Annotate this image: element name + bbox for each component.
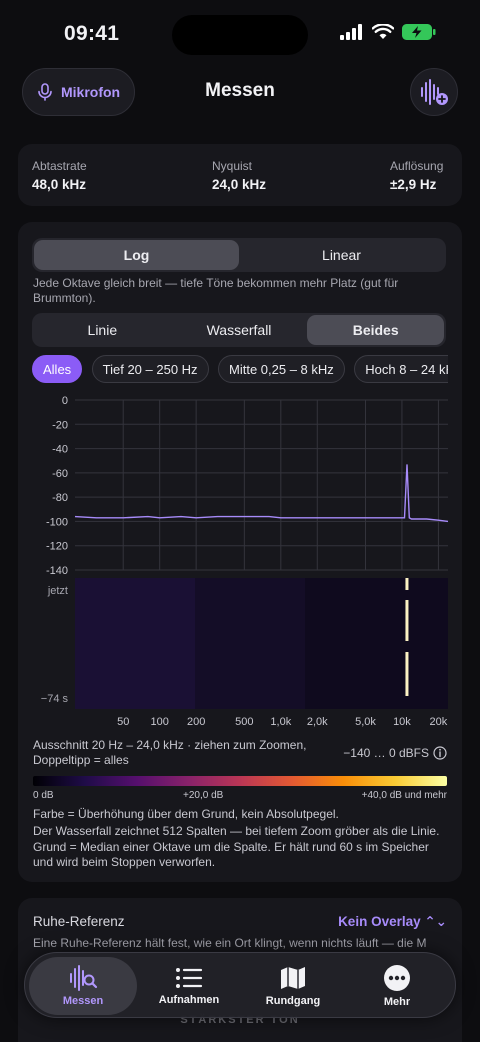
stat-value: 24,0 kHz — [212, 177, 267, 192]
y-tick-label: 0 — [62, 395, 68, 407]
scale-hint: Jede Oktave gleich breit — tiefe Töne be… — [33, 276, 399, 305]
view-toggle: Linie Wasserfall Beides — [32, 313, 446, 347]
scale-toggle: Log Linear — [32, 238, 446, 272]
x-tick-label: 10k — [393, 716, 411, 728]
stat-label: Nyquist — [212, 159, 253, 173]
more-icon — [384, 965, 410, 991]
plot-grid — [75, 399, 448, 571]
colorbar-label-mid: +20,0 dB — [183, 790, 224, 801]
x-tick-label: 200 — [187, 716, 205, 728]
chevron-updown-icon: ⌃⌄ — [424, 914, 447, 929]
band-chips: Alles Tief 20 – 250 Hz Mitte 0,25 – 8 kH… — [32, 355, 448, 385]
ruhe-title: Ruhe-Referenz — [33, 914, 125, 929]
y-tick-label: -40 — [52, 444, 68, 456]
spectrum-plot[interactable]: 0 -20 -40 -60 -80 -100 -120 -140 jetzt −74 s 50… — [18, 390, 462, 730]
add-measurement-button[interactable] — [410, 68, 458, 116]
waveform-search-icon — [70, 965, 98, 991]
color-note: Farbe = Überhöhung über dem Grund, kein … — [33, 807, 339, 821]
dbfs-range-text: −140 … 0 dBFS — [343, 746, 429, 760]
waterfall-noise-tint — [75, 578, 195, 709]
x-tick-label: 1,0k — [270, 716, 291, 728]
battery-charging-icon — [402, 24, 436, 40]
stat-label: Auflösung — [390, 159, 444, 173]
scale-log-option[interactable]: Log — [34, 240, 239, 270]
stat-nyquist: Nyquist 24,0 kHz — [212, 159, 266, 192]
tab-messen[interactable]: Messen — [29, 957, 137, 1015]
y-axis-labels: 0 -20 -40 -60 -80 -100 -120 -140 — [46, 395, 68, 577]
tab-mehr[interactable]: Mehr — [343, 957, 451, 1015]
chip-alles[interactable]: Alles — [32, 355, 83, 383]
tab-label: Aufnahmen — [158, 994, 220, 1006]
stat-value: ±2,9 Hz — [390, 177, 437, 192]
view-wasserfall-option[interactable]: Wasserfall — [171, 315, 308, 345]
x-axis-labels: 50 100 200 500 1,0k 2,0k 5,0k 10k 20k — [117, 716, 448, 728]
view-beides-option[interactable]: Beides — [307, 315, 445, 345]
map-icon — [281, 967, 305, 989]
waterfall-peak-trace — [405, 578, 409, 590]
tab-label: Messen — [62, 995, 104, 1007]
list-icon — [176, 968, 203, 988]
waveform-plus-icon — [421, 79, 448, 105]
tab-rundgang[interactable]: Rundgang — [239, 957, 347, 1015]
y-tick-label: -60 — [52, 468, 68, 480]
stat-label: Abtastrate — [32, 159, 87, 173]
y-tick-label: -20 — [52, 419, 68, 431]
x-tick-label: 5,0k — [355, 716, 376, 728]
tab-label: Mehr — [383, 996, 411, 1008]
wifi-icon — [372, 24, 394, 39]
status-icons — [340, 24, 436, 40]
dynamic-island — [172, 15, 308, 55]
status-time: 09:41 — [64, 22, 120, 45]
x-tick-label: 100 — [150, 716, 168, 728]
overlay-select[interactable]: Kein Overlay ⌃⌄ — [338, 914, 447, 930]
x-tick-label: 50 — [117, 716, 129, 728]
colorbar-label-max: +40,0 dB und mehr — [361, 790, 447, 801]
y-tick-label: -100 — [46, 516, 68, 528]
zoom-hint: Ausschnitt 20 Hz – 24,0 kHz · ziehen zum… — [33, 738, 307, 767]
ruhe-description: Eine Ruhe-Referenz hält fest, wie ein Or… — [33, 936, 427, 950]
y-tick-label: -140 — [46, 565, 68, 577]
view-linie-option[interactable]: Linie — [34, 315, 171, 345]
scale-linear-option[interactable]: Linear — [239, 240, 444, 270]
audio-stats-card: Abtastrate 48,0 kHz Nyquist 24,0 kHz Auf… — [18, 144, 462, 206]
y-tick-label: -80 — [52, 492, 68, 504]
waterfall-peak-trace — [405, 600, 409, 641]
stat-sample-rate: Abtastrate 48,0 kHz — [32, 159, 87, 192]
waterfall-label-past: −74 s — [41, 693, 69, 705]
waterfall-label-now: jetzt — [47, 585, 68, 597]
signal-icon — [340, 24, 362, 40]
x-tick-label: 500 — [235, 716, 253, 728]
tab-aufnahmen[interactable]: Aufnahmen — [135, 957, 243, 1015]
tab-bar: Messen Aufnahmen Rundgang Mehr — [24, 952, 456, 1018]
overlay-value: Kein Overlay — [338, 914, 421, 929]
waterfall[interactable] — [75, 578, 448, 709]
info-icon[interactable] — [433, 746, 447, 760]
waterfall-note: Der Wasserfall zeichnet 512 Spalten — be… — [33, 824, 440, 869]
dbfs-range: −140 … 0 dBFS — [343, 746, 447, 760]
waterfall-peak-trace — [405, 652, 409, 696]
chip-mitte[interactable]: Mitte 0,25 – 8 kHz — [218, 355, 345, 383]
chip-hoch[interactable]: Hoch 8 – 24 kHz — [354, 355, 448, 383]
y-tick-label: -120 — [46, 541, 68, 553]
stat-value: 48,0 kHz — [32, 177, 87, 192]
x-tick-label: 2,0k — [307, 716, 328, 728]
colorbar — [33, 776, 447, 786]
spectrum-card: Log Linear Jede Oktave gleich breit — ti… — [18, 222, 462, 882]
status-bar: 09:41 — [0, 0, 480, 70]
chip-tief[interactable]: Tief 20 – 250 Hz — [91, 355, 209, 383]
colorbar-label-min: 0 dB — [33, 790, 54, 801]
tab-label: Rundgang — [265, 995, 321, 1007]
x-tick-label: 20k — [430, 716, 448, 728]
page-title: Messen — [205, 80, 275, 101]
stat-resolution: Auflösung ±2,9 Hz — [390, 159, 443, 192]
